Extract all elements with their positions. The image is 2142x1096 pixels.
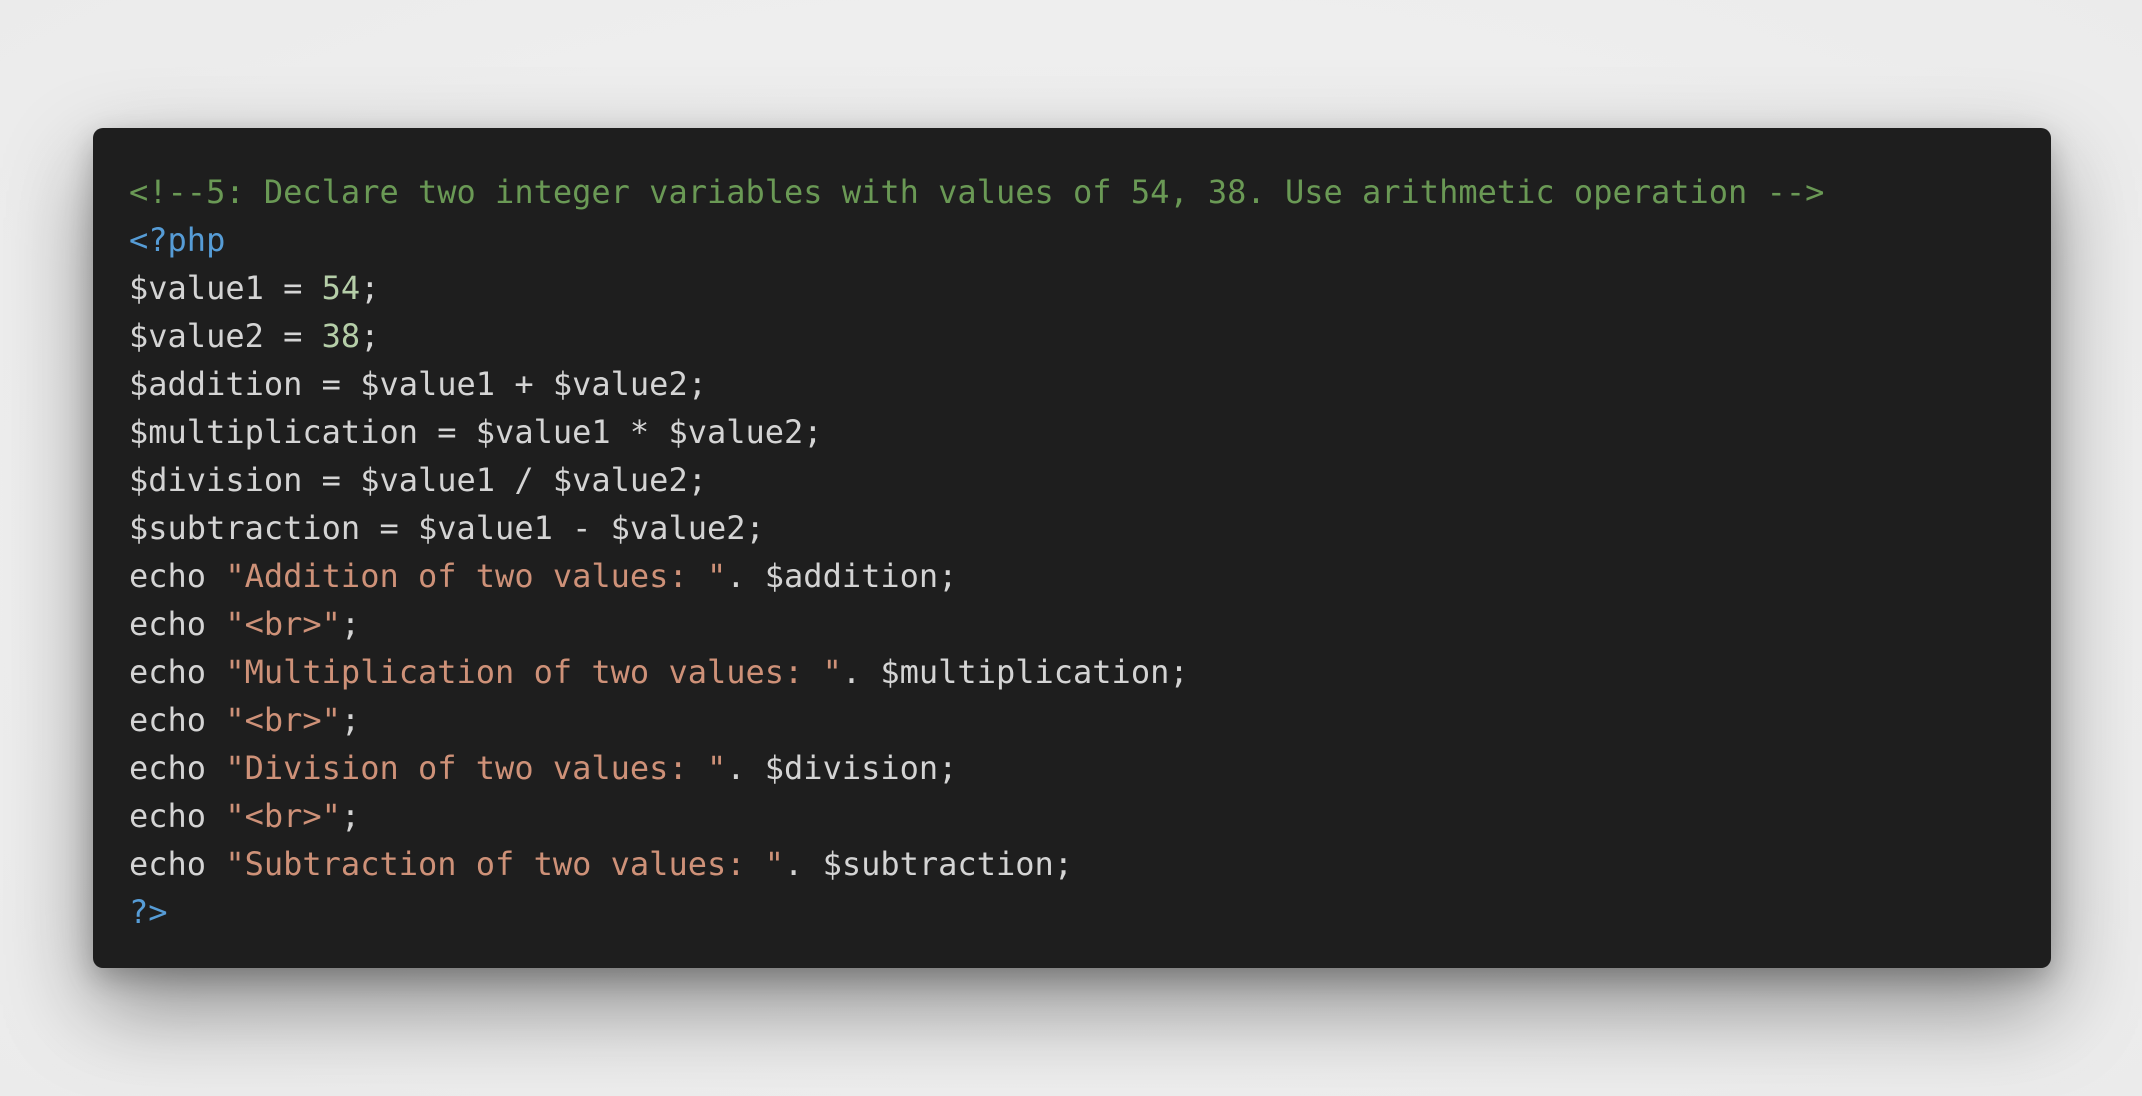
code-token-plain: $value2 = <box>129 317 322 355</box>
code-line: <!--5: Declare two integer variables wit… <box>129 168 1824 216</box>
code-line: $addition = $value1 + $value2; <box>129 360 1824 408</box>
code-block: <!--5: Declare two integer variables wit… <box>129 168 1824 936</box>
code-line: echo "<br>"; <box>129 792 1824 840</box>
code-token-plain: $division = $value1 / $value2; <box>129 461 707 499</box>
code-token-plain: echo <box>129 557 226 595</box>
code-token-plain: . $addition; <box>726 557 958 595</box>
code-line: echo "Division of two values: ". $divisi… <box>129 744 1824 792</box>
code-token-plain: echo <box>129 653 226 691</box>
code-token-plain: ; <box>360 317 380 355</box>
code-token-plain: ; <box>340 797 361 835</box>
code-token-string: "Multiplication of two values: " <box>225 653 842 691</box>
code-line: ?> <box>129 888 1824 936</box>
code-token-plain: $addition = $value1 + $value2; <box>129 365 707 403</box>
code-token-plain: echo <box>129 845 226 883</box>
code-token-plain: ; <box>360 269 380 307</box>
code-token-string: "<br>" <box>225 701 341 739</box>
code-token-plain: . $division; <box>726 749 958 787</box>
code-token-plain: $multiplication = $value1 * $value2; <box>129 413 823 451</box>
code-line: $multiplication = $value1 * $value2; <box>129 408 1824 456</box>
code-token-tag: <?php <box>129 221 226 259</box>
code-token-plain: ; <box>340 701 361 739</box>
code-line: echo "<br>"; <box>129 600 1824 648</box>
code-line: echo "Addition of two values: ". $additi… <box>129 552 1824 600</box>
code-token-plain: echo <box>129 749 226 787</box>
code-token-plain: $subtraction = $value1 - $value2; <box>129 509 765 547</box>
code-token-number: 38 <box>321 317 361 355</box>
code-snippet-window: <!--5: Declare two integer variables wit… <box>93 128 2051 968</box>
code-token-string: "<br>" <box>225 797 341 835</box>
code-token-plain: echo <box>129 797 226 835</box>
code-token-tag: ?> <box>129 893 168 931</box>
code-token-string: "<br>" <box>225 605 341 643</box>
code-line: echo "Multiplication of two values: ". $… <box>129 648 1824 696</box>
code-token-plain: echo <box>129 605 226 643</box>
code-token-comment: <!--5: Declare two integer variables wit… <box>129 173 1825 211</box>
code-line: echo "<br>"; <box>129 696 1824 744</box>
code-line: $subtraction = $value1 - $value2; <box>129 504 1824 552</box>
code-line: $division = $value1 / $value2; <box>129 456 1824 504</box>
code-token-plain: . $multiplication; <box>841 653 1189 691</box>
code-token-string: "Subtraction of two values: " <box>225 845 785 883</box>
code-token-string: "Addition of two values: " <box>225 557 727 595</box>
code-token-number: 54 <box>321 269 361 307</box>
code-token-plain: echo <box>129 701 226 739</box>
code-line: <?php <box>129 216 1824 264</box>
code-line: echo "Subtraction of two values: ". $sub… <box>129 840 1824 888</box>
code-token-string: "Division of two values: " <box>225 749 727 787</box>
code-token-plain: $value1 = <box>129 269 322 307</box>
code-line: $value2 = 38; <box>129 312 1824 360</box>
code-token-plain: . $subtraction; <box>784 845 1074 883</box>
code-line: $value1 = 54; <box>129 264 1824 312</box>
code-token-plain: ; <box>340 605 361 643</box>
